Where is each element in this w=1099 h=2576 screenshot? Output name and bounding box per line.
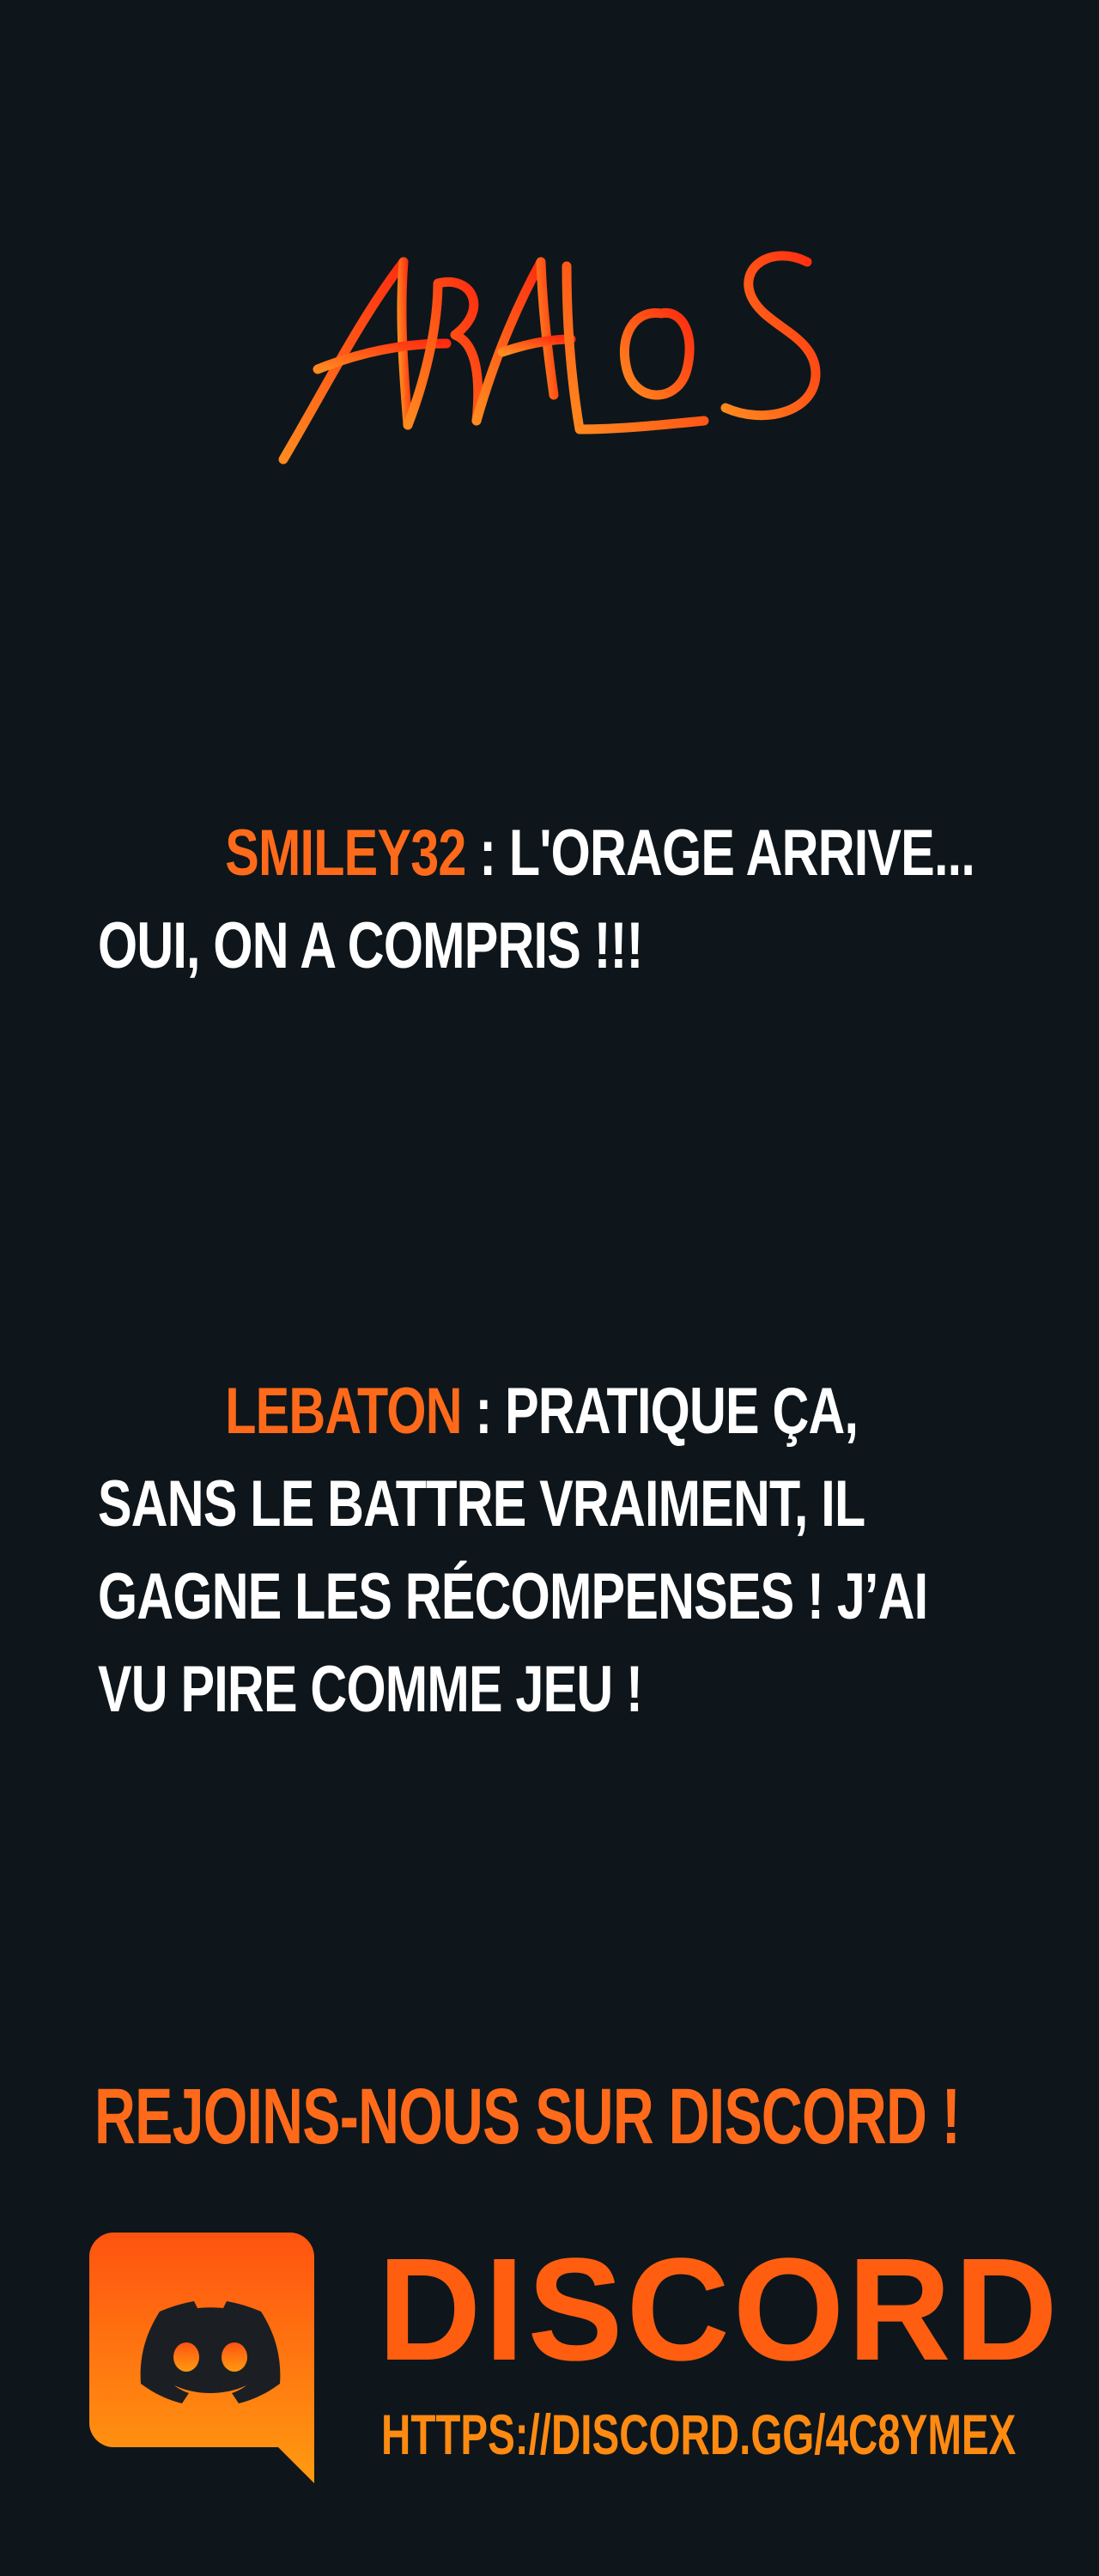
- discord-icon-graphic: [89, 2233, 314, 2483]
- discord-icon[interactable]: [89, 2233, 314, 2483]
- discord-invite-link[interactable]: HTTPS://DISCORD.GG/4C8YMEX: [381, 2400, 1016, 2469]
- discord-cta-heading: REJOINS-NOUS SUR DISCORD !: [94, 2073, 961, 2160]
- discord-wordmark: DISCORD: [378, 2228, 1061, 2391]
- aralos-logo-image: [278, 251, 821, 465]
- comment-author: LEBATON: [225, 1375, 462, 1448]
- comment-lebaton: LEBATON : PRATIQUE ÇA, SANS LE BATTRE VR…: [98, 1365, 995, 1736]
- comment-author: SMILEY32: [225, 817, 466, 890]
- aralos-logo: [258, 215, 841, 489]
- comment-text: : PRATIQUE ÇA, SANS LE BATTRE VRAIMENT, …: [98, 1375, 928, 1726]
- comment-smiley32: SMILEY32 : L'ORAGE ARRIVE... OUI, ON A C…: [98, 807, 995, 993]
